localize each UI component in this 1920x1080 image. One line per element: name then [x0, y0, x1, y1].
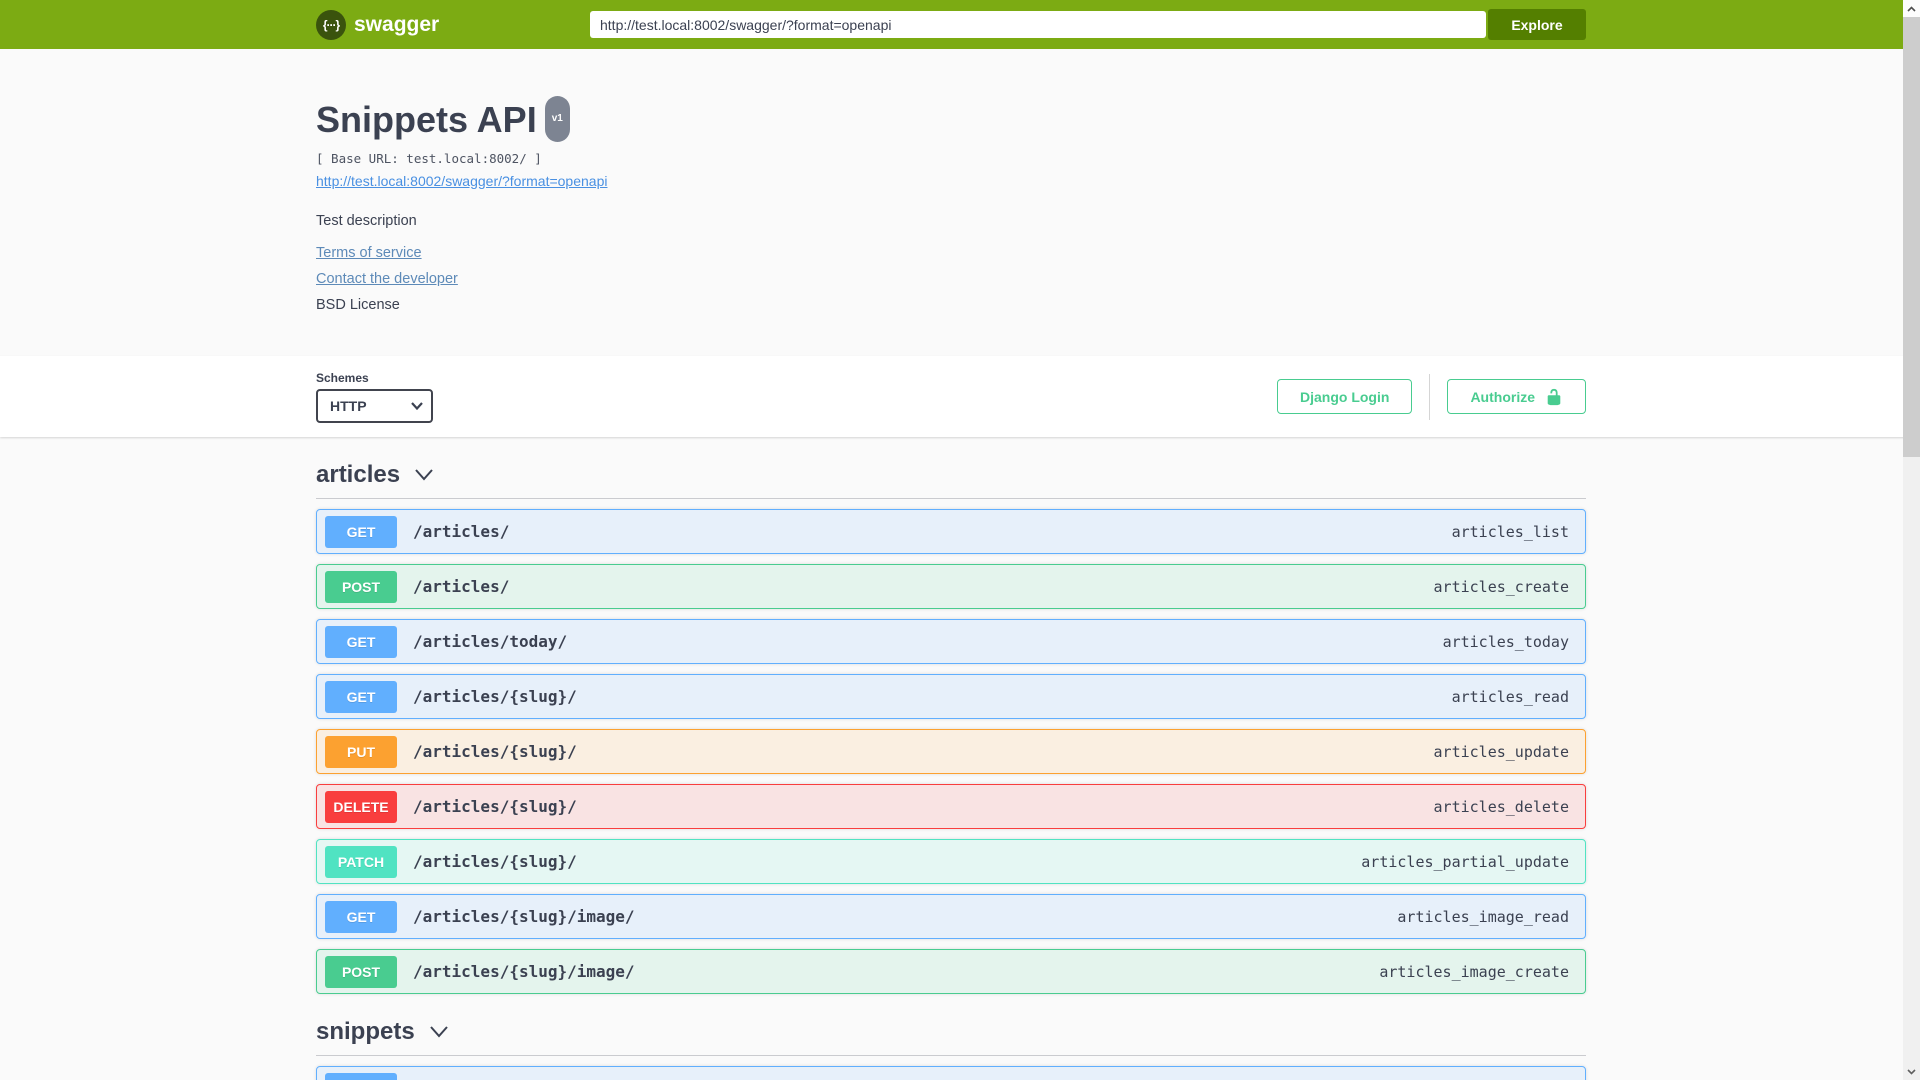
authorize-button[interactable]: Authorize	[1447, 379, 1586, 414]
spec-link[interactable]: http://test.local:8002/swagger/?format=o…	[316, 173, 607, 189]
terms-of-service-link[interactable]: Terms of service	[316, 245, 422, 262]
operation-id: articles_list	[1451, 522, 1569, 541]
operation-path: /articles/{slug}/	[413, 852, 577, 871]
chevron-up-icon	[1907, 5, 1916, 12]
swagger-logo-text: swagger	[354, 12, 440, 36]
operation-row[interactable]: POST/articles/articles_create	[316, 564, 1586, 609]
method-badge: GET	[325, 515, 397, 548]
operation-id: articles_partial_update	[1361, 852, 1569, 871]
vertical-scrollbar[interactable]	[1903, 0, 1920, 1080]
operation-path: /articles/today/	[413, 632, 568, 651]
operation-row[interactable]: GET/snippets/snippets_list	[316, 1066, 1586, 1080]
operation-path: /articles/{slug}/image/	[413, 962, 635, 981]
topbar: {···} swagger Explore	[0, 0, 1920, 49]
operation-id: articles_delete	[1433, 797, 1569, 816]
schemes-select[interactable]: HTTP	[316, 388, 433, 423]
operation-path: /articles/{slug}/	[413, 687, 577, 706]
method-badge: PUT	[325, 735, 397, 768]
chevron-down-icon	[429, 1026, 448, 1038]
operation-id: articles_read	[1451, 687, 1569, 706]
operation-id: articles_today	[1442, 632, 1569, 651]
info-section: Snippets API v1 [ Base URL: test.local:80…	[0, 49, 1920, 356]
operation-id: articles_image_create	[1379, 962, 1569, 981]
scroll-up-button[interactable]	[1903, 0, 1920, 17]
method-badge: DELETE	[325, 790, 397, 823]
operation-path: /articles/{slug}/	[413, 797, 577, 816]
explore-button[interactable]: Explore	[1488, 9, 1586, 40]
method-badge: POST	[325, 570, 397, 603]
swagger-logo-icon: {···}	[316, 9, 346, 40]
operation-path: /articles/{slug}/	[413, 742, 577, 761]
api-description: Test description	[316, 213, 417, 229]
scheme-container: Schemes HTTP Django Login Authorize	[0, 356, 1920, 437]
method-badge: GET	[325, 1072, 397, 1080]
operation-row[interactable]: GET/articles/{slug}/image/articles_image…	[316, 894, 1586, 939]
operation-row[interactable]: POST/articles/{slug}/image/articles_imag…	[316, 949, 1586, 994]
license-label: BSD License	[316, 297, 400, 313]
operation-path: /articles/	[413, 522, 510, 541]
scrollbar-thumb[interactable]	[1903, 17, 1920, 457]
authorize-label: Authorize	[1470, 388, 1535, 405]
spec-url-input[interactable]	[590, 11, 1486, 38]
contact-developer-link[interactable]: Contact the developer	[316, 271, 458, 288]
chevron-down-icon	[1907, 1068, 1916, 1075]
section-title: snippets	[316, 1018, 415, 1045]
operation-row[interactable]: DELETE/articles/{slug}/ articles_delete	[316, 784, 1586, 829]
operation-id: articles_create	[1433, 577, 1569, 596]
operation-path: /articles/	[413, 577, 510, 596]
operation-row[interactable]: PATCH/articles/{slug}/ articles_partial_u…	[316, 839, 1586, 884]
divider	[1429, 373, 1431, 420]
section-header-snippets[interactable]: snippets	[316, 1018, 449, 1046]
method-badge: PATCH	[325, 845, 397, 878]
swagger-logo[interactable]: {···} swagger	[316, 9, 440, 40]
operation-row[interactable]: PUT/articles/{slug}/ articles_update	[316, 729, 1586, 774]
operation-path: /articles/{slug}/image/	[413, 907, 635, 926]
section-title: articles	[316, 461, 401, 488]
operation-row[interactable]: GET/articles/articles_list	[316, 509, 1586, 554]
section-divider	[316, 1055, 1586, 1056]
operation-row[interactable]: GET/articles/today/articles_today	[316, 619, 1586, 664]
version-badge: v1	[544, 96, 570, 142]
api-title: Snippets API	[316, 99, 537, 140]
method-badge: GET	[325, 900, 397, 933]
schemes-label: Schemes	[316, 370, 369, 385]
section-divider	[316, 498, 1586, 499]
operation-row[interactable]: GET/articles/{slug}/ articles_read	[316, 674, 1586, 719]
method-badge: POST	[325, 955, 397, 988]
chevron-down-icon	[415, 469, 433, 481]
base-url: [ Base URL: test.local:8002/ ]	[316, 151, 542, 166]
operations-area: articles GET/articles/articles_list POST/a…	[316, 461, 1586, 1080]
scroll-down-button[interactable]	[1903, 1063, 1920, 1080]
operation-id: articles_image_read	[1397, 907, 1569, 926]
page-title: Snippets API v1	[316, 96, 1586, 146]
method-badge: GET	[325, 680, 397, 713]
unlocked-padlock-icon	[1547, 388, 1561, 405]
section-header-articles[interactable]: articles	[316, 461, 434, 489]
django-login-button[interactable]: Django Login	[1277, 379, 1413, 414]
operation-id: articles_update	[1433, 742, 1569, 761]
method-badge: GET	[325, 625, 397, 658]
django-login-label: Django Login	[1300, 388, 1390, 405]
